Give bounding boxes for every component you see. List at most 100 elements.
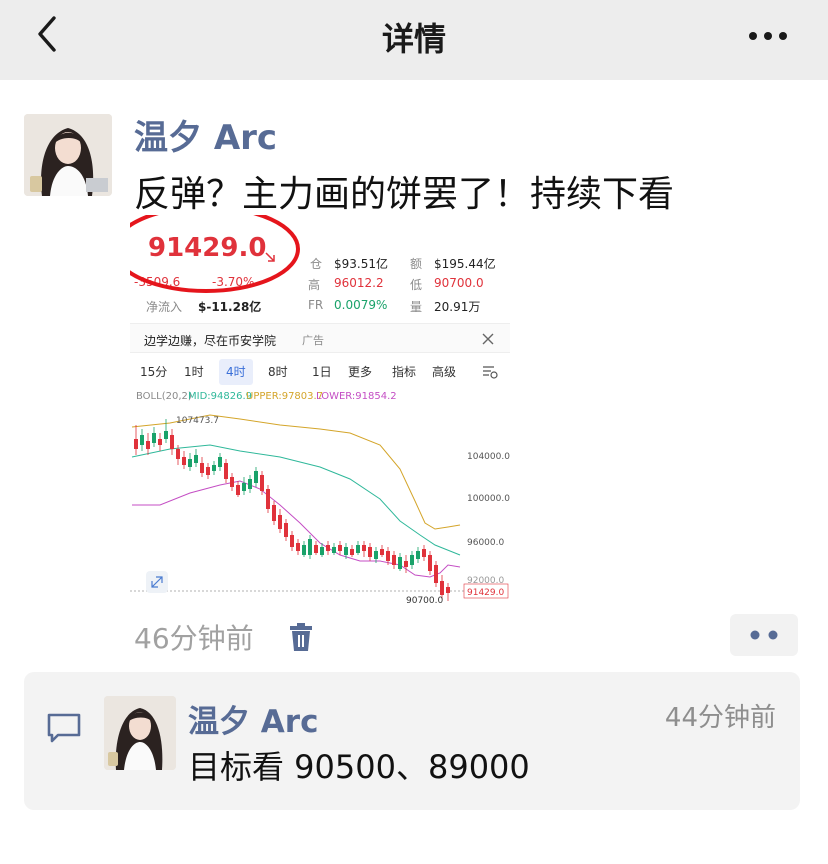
candle-body — [158, 439, 162, 445]
like-comment-button[interactable] — [730, 614, 798, 656]
chart-settings-icon[interactable] — [482, 365, 498, 379]
more-dots-icon — [750, 630, 778, 640]
candle-body — [176, 449, 180, 459]
boll-mid: MID:94826.9 — [188, 391, 252, 402]
candle-body — [194, 455, 198, 463]
tab-1[interactable]: 1时 — [177, 359, 211, 385]
high-label: 高 — [308, 278, 321, 292]
axis-tick-4: 92000.0 — [467, 576, 504, 586]
candle-body — [362, 545, 366, 551]
amount-value: $195.44亿 — [434, 257, 496, 271]
candle-body — [272, 505, 276, 521]
candle-body — [440, 581, 444, 595]
ad-bar[interactable]: 边学边赚，尽在币安学院 广告 — [130, 323, 510, 353]
candle-body — [146, 441, 150, 449]
annotation-circle — [130, 215, 300, 293]
candle-body — [260, 475, 264, 491]
tab-2[interactable]: 4时 — [219, 359, 253, 385]
candle-body — [248, 479, 252, 489]
vol-label: 量 — [410, 300, 423, 314]
candle-body — [326, 545, 330, 551]
candle-body — [404, 561, 408, 567]
candle-body — [374, 551, 378, 559]
page-title: 详情 — [381, 20, 446, 58]
candle-body — [434, 565, 438, 583]
high-value: 96012.2 — [334, 276, 384, 290]
candle-body — [332, 547, 336, 553]
tab-6[interactable]: 指标 — [385, 359, 423, 385]
candle-body — [152, 433, 156, 443]
tab-4[interactable]: 1日 — [305, 359, 339, 385]
ad-tag: 广告 — [302, 334, 324, 347]
tab-7[interactable]: 高级 — [425, 359, 463, 385]
candle-body — [422, 549, 426, 557]
candle-body — [308, 539, 312, 555]
amount-label: 额 — [410, 257, 423, 271]
candle-body — [350, 549, 354, 555]
candle-body — [242, 483, 246, 491]
tab-3[interactable]: 8时 — [261, 359, 295, 385]
peak-label: 107473.7 — [176, 416, 219, 426]
candle-body — [386, 551, 390, 561]
candle-body — [416, 551, 420, 559]
candle-body — [188, 459, 192, 467]
post-time: 46分钟前 — [134, 622, 254, 655]
candle-body — [164, 431, 168, 439]
candle-body — [236, 485, 240, 495]
vol-value: 20.91万 — [434, 300, 481, 314]
close-icon[interactable] — [482, 333, 494, 345]
post-text: 反弹？主力画的饼罢了！持续下看 — [134, 174, 675, 215]
axis-tick-3: 96000.0 — [467, 538, 504, 548]
expand-icon[interactable] — [146, 571, 168, 593]
candle-body — [314, 545, 318, 553]
candle-body — [344, 547, 348, 555]
more-horizontal-icon[interactable] — [748, 31, 788, 41]
boll-mid-line — [131, 444, 461, 556]
tab-0[interactable]: 15分 — [133, 359, 174, 385]
trash-icon[interactable] — [288, 622, 314, 652]
candle-body — [200, 463, 204, 473]
candle-body — [428, 555, 432, 571]
comment-avatar[interactable] — [104, 696, 176, 770]
candle-body — [278, 515, 282, 529]
low-price-label: 90700.0 — [406, 596, 443, 605]
fr-label: FR — [308, 298, 324, 312]
candle-body — [134, 439, 138, 449]
candle-body — [380, 549, 384, 555]
candle-body — [368, 547, 372, 557]
candle-body — [284, 523, 288, 537]
tab-5[interactable]: 更多 — [341, 359, 379, 385]
candle-body — [290, 535, 294, 547]
candle-body — [266, 489, 270, 509]
oi-label: 仓 — [310, 257, 323, 271]
candle-body — [206, 467, 210, 475]
comment-author[interactable]: 温夕 Arc — [188, 696, 318, 741]
current-price-text: 91429.0 — [467, 588, 504, 598]
candle-body — [356, 545, 360, 553]
candle-body — [398, 557, 402, 569]
comment-time: 44分钟前 — [664, 703, 776, 733]
top-bar: 详情 — [0, 0, 828, 80]
avatar[interactable] — [24, 114, 112, 196]
candle-body — [302, 545, 306, 555]
post-author[interactable]: 温夕 Arc — [134, 110, 277, 159]
boll-upper: UPPER:97803.7 — [246, 391, 324, 402]
ad-text: 边学边赚，尽在币安学院 — [144, 334, 277, 348]
oi-value: $93.51亿 — [334, 257, 388, 271]
candle-body — [170, 435, 174, 449]
boll-label: BOLL(20,2) — [136, 391, 192, 402]
comment-icon — [47, 713, 81, 743]
low-value: 90700.0 — [434, 276, 484, 290]
candle-body — [224, 463, 228, 479]
interval-tabs: 15分 1时 4时 8时 1日 更多 指标 高级 — [130, 355, 510, 387]
boll-upper-line — [131, 414, 461, 530]
fr-value: 0.0079% — [334, 298, 388, 312]
candle-body — [320, 547, 324, 555]
comment-text: 目标看 90500、89000 — [188, 748, 530, 786]
candlestick-chart[interactable]: 91429.0 104000.0 100000.0 96000.0 92000.… — [130, 405, 510, 605]
candle-body — [446, 587, 450, 593]
candle-body — [392, 555, 396, 565]
candle-body — [254, 471, 258, 483]
candle-body — [296, 543, 300, 551]
post-image[interactable]: 91429.0 -3509.6 -3.70% 仓 $93.51亿 额 $195.… — [130, 215, 510, 605]
